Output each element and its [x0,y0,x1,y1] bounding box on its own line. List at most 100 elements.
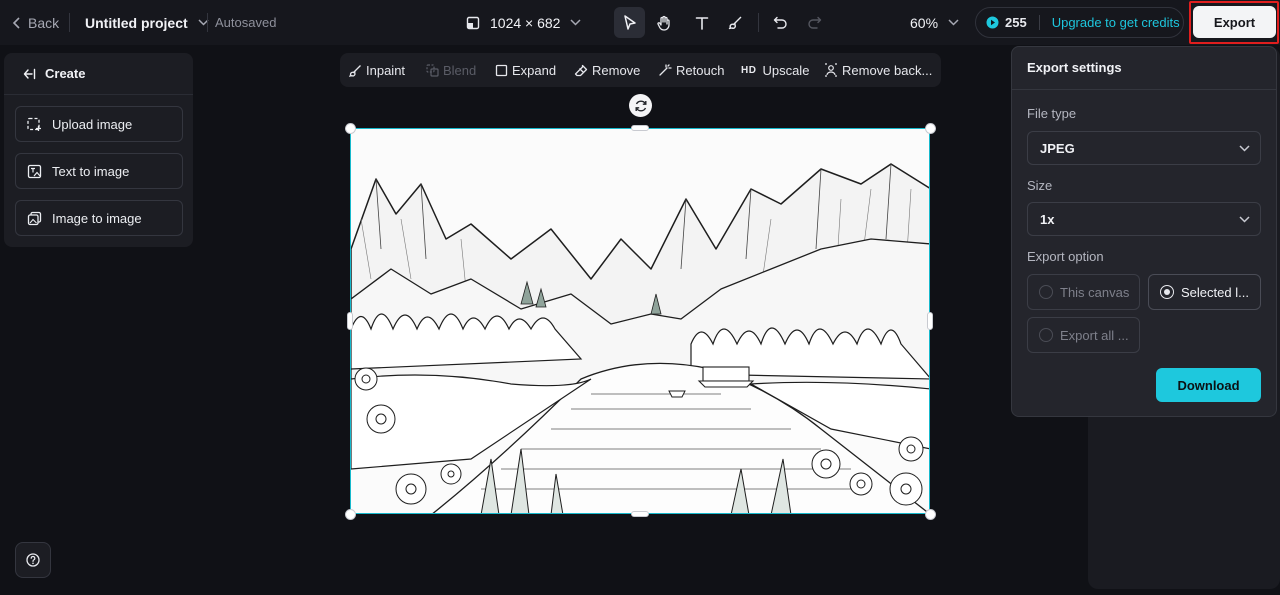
create-panel-header[interactable]: Create [4,53,193,95]
rotate-icon [634,99,648,113]
file-type-label: File type [1027,106,1077,121]
canvas-size-value: 1024 × 682 [490,14,561,31]
download-button[interactable]: Download [1156,368,1261,402]
remove-button[interactable]: Remove [574,53,640,87]
chevron-down-icon [570,19,581,26]
credits-icon [986,16,999,29]
export-option-this-canvas[interactable]: This canvas [1027,274,1140,310]
option-label: This canvas [1060,284,1130,300]
undo-icon [773,16,788,29]
rotate-handle[interactable] [629,94,652,117]
resize-handle-bottom-left[interactable] [345,509,356,520]
credits-count: 255 [1005,15,1027,30]
project-title-menu[interactable]: Untitled project [85,0,209,45]
expand-button[interactable]: Expand [495,53,556,87]
option-label: Selected l... [1181,284,1249,300]
help-icon [26,553,40,567]
zoom-level: 60% [910,14,939,31]
image-edit-toolbar: Inpaint Blend Expand Remove Retouch HD U… [340,53,941,87]
resize-handle-right[interactable] [927,312,933,330]
magic-wand-icon [658,63,672,77]
autosave-status: Autosaved [215,15,277,30]
resize-handle-top-right[interactable] [925,123,936,134]
text-tool-button[interactable] [686,7,717,38]
select-tool-button[interactable] [614,7,645,38]
inpaint-button[interactable]: Inpaint [349,53,405,87]
undo-button[interactable] [765,7,796,38]
canvas-size-menu[interactable]: 1024 × 682 [466,0,581,45]
text-to-image-button[interactable]: Text to image [15,153,183,189]
zoom-menu[interactable]: 60% [910,0,959,45]
upscale-label: Upscale [762,62,810,78]
retouch-button[interactable]: Retouch [658,53,724,87]
brush-icon [349,64,362,77]
size-label: Size [1027,178,1053,193]
top-bar: Back Untitled project Autosaved 1024 × 6… [0,0,1280,45]
chevron-down-icon [948,19,959,26]
redo-button[interactable] [799,7,830,38]
credits-pill[interactable]: 255 Upgrade to get credits [975,7,1184,38]
export-settings-title: Export settings [1027,60,1122,75]
retouch-label: Retouch [676,62,725,78]
export-option-selected-layers[interactable]: Selected l... [1148,274,1261,310]
text-icon [695,16,709,30]
redo-icon [807,16,822,29]
remove-background-icon [824,63,838,77]
divider [207,13,208,32]
upload-image-icon [27,117,42,132]
remove-background-button[interactable]: Remove back... [824,53,932,87]
resize-handle-left[interactable] [347,312,353,330]
upload-image-label: Upload image [52,116,133,132]
help-button[interactable] [15,542,51,578]
upscale-button[interactable]: HD Upscale [741,53,809,87]
divider [1038,15,1040,30]
upgrade-link[interactable]: Upgrade to get credits [1052,15,1180,30]
resize-handle-top-left[interactable] [345,123,356,134]
resize-handle-top[interactable] [631,125,649,131]
size-value: 1x [1040,211,1055,227]
chevron-down-icon [1239,215,1250,223]
radio-icon [1039,285,1053,299]
export-option-export-all[interactable]: Export all ... [1027,317,1140,353]
back-button[interactable]: Back [12,0,59,45]
back-label: Back [28,14,60,31]
option-label: Export all ... [1060,327,1129,343]
brush-icon [728,15,743,30]
export-option-label: Export option [1027,249,1104,264]
file-type-value: JPEG [1040,140,1075,156]
hand-tool-button[interactable] [648,7,679,38]
project-title: Untitled project [85,14,188,31]
size-select[interactable]: 1x [1027,202,1261,236]
eraser-icon [574,64,588,77]
expand-label: Expand [512,62,557,78]
divider [69,13,70,32]
brush-tool-button[interactable] [720,7,751,38]
create-panel: Create Upload image Text to image Image … [4,53,193,247]
image-to-image-button[interactable]: Image to image [15,200,183,236]
collapse-left-icon [23,68,36,80]
blend-label: Blend [443,62,477,78]
pointer-icon [623,14,637,31]
chevron-down-icon [1239,144,1250,152]
divider [758,13,759,32]
resize-icon [466,16,480,30]
image-to-image-label: Image to image [52,210,142,226]
radio-selected-icon [1160,285,1174,299]
chevron-left-icon [12,16,22,29]
create-panel-title: Create [45,66,86,81]
hd-icon: HD [741,64,757,76]
blend-button[interactable]: Blend [426,53,476,87]
expand-icon [495,64,508,77]
blend-icon [426,63,439,77]
landscape-line-art [351,129,929,513]
export-button[interactable]: Export [1193,6,1276,38]
file-type-select[interactable]: JPEG [1027,131,1261,165]
resize-handle-bottom[interactable] [631,511,649,517]
upload-image-button[interactable]: Upload image [15,106,183,142]
remove-label: Remove [592,62,641,78]
canvas-image[interactable] [350,128,930,514]
inpaint-label: Inpaint [366,62,406,78]
hand-icon [656,15,672,31]
resize-handle-bottom-right[interactable] [925,509,936,520]
radio-icon [1039,328,1053,342]
